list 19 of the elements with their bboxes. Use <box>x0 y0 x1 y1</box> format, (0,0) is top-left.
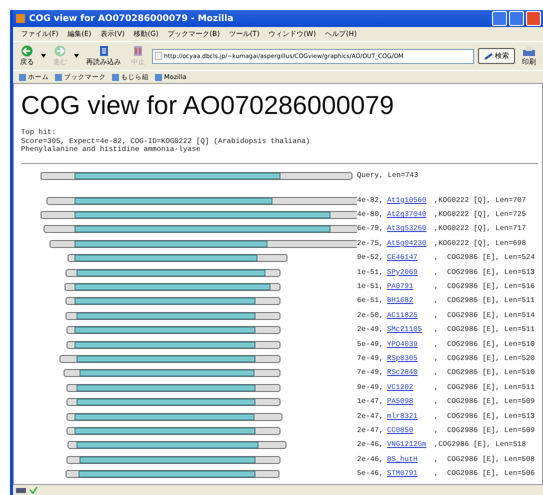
page-heading: COG view for AO070286000079 <box>21 90 395 121</box>
bookmark-icon <box>19 74 26 80</box>
dropdown-icon[interactable] <box>74 54 79 58</box>
stop-icon <box>133 45 143 57</box>
minimize-button[interactable] <box>492 11 507 26</box>
check-icon <box>29 486 38 494</box>
dropdown-icon[interactable] <box>41 54 46 58</box>
reload-icon <box>98 45 110 57</box>
forward-arrow-icon <box>53 45 67 57</box>
window-title: COG view for AO070286000079 - Mozilla <box>29 14 234 24</box>
bookmark-icon <box>55 74 62 80</box>
bookmark-icon <box>112 74 119 80</box>
page-icon <box>155 52 162 60</box>
printer-icon <box>522 46 536 56</box>
back-arrow-icon <box>20 45 34 57</box>
app-icon <box>16 14 25 23</box>
maximize-button[interactable] <box>509 11 524 26</box>
bookmark-icon <box>155 74 162 80</box>
close-button[interactable] <box>526 11 541 26</box>
